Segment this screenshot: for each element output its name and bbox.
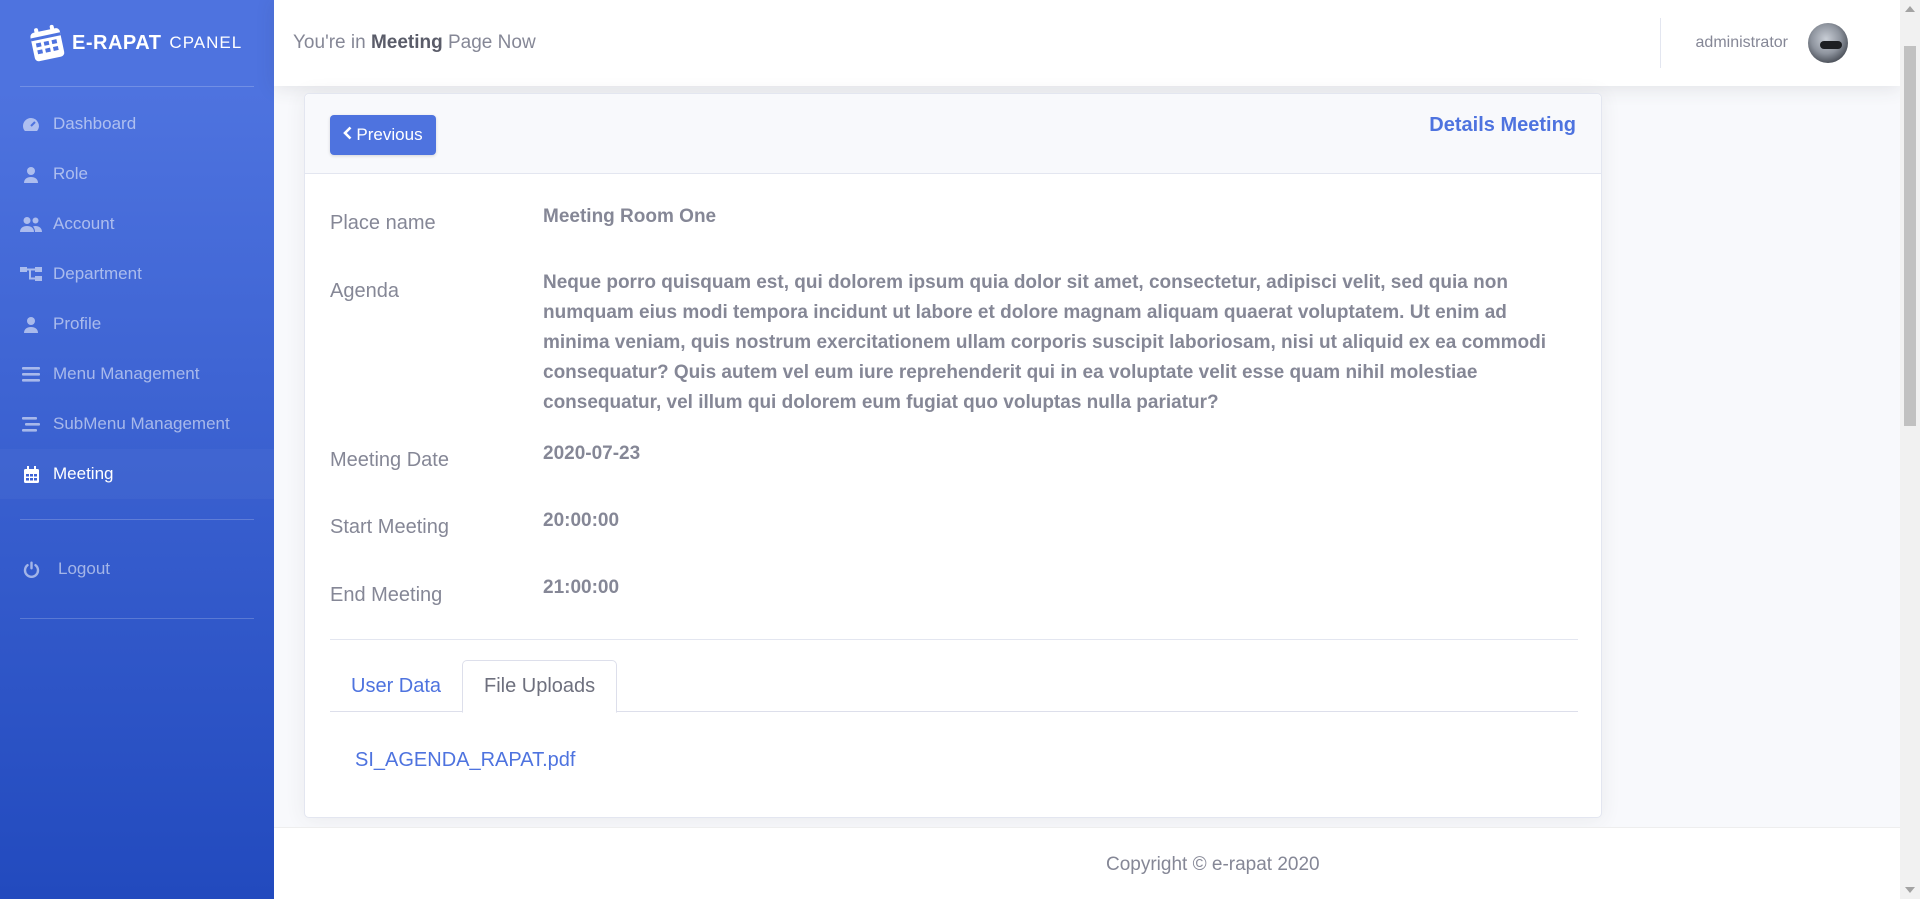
agenda-label: Agenda xyxy=(330,280,399,302)
scroll-down-arrow-icon[interactable] xyxy=(1905,887,1915,893)
calendar-icon xyxy=(20,465,42,483)
card-title: Details Meeting xyxy=(1429,114,1576,136)
chevron-left-icon xyxy=(343,125,352,145)
place-value: Meeting Room One xyxy=(543,206,717,227)
sidebar-item-meeting[interactable]: Meeting xyxy=(0,449,274,499)
user-icon xyxy=(20,165,42,183)
file-link[interactable]: SI_AGENDA_RAPAT.pdf xyxy=(355,749,575,772)
copyright-text: Copyright © e-rapat 2020 xyxy=(1106,854,1320,875)
sidebar: E-RAPAT CPANEL Dashboard Role Account De… xyxy=(0,0,274,899)
user-icon xyxy=(20,315,42,333)
date-value: 2020-07-23 xyxy=(543,443,641,464)
sidebar-item-label: Meeting xyxy=(53,464,114,483)
card-header: Previous Details Meeting xyxy=(305,94,1601,174)
start-label: Start Meeting xyxy=(330,516,449,538)
breadcrumb-page: Meeting xyxy=(370,32,443,53)
tab-user-data[interactable]: User Data xyxy=(330,660,462,712)
previous-label: Previous xyxy=(356,125,423,144)
users-icon xyxy=(20,215,42,233)
sidebar-divider xyxy=(20,618,254,619)
logout-label: Logout xyxy=(58,559,110,578)
sidebar-item-label: Dashboard xyxy=(53,114,137,133)
sidebar-item-dashboard[interactable]: Dashboard xyxy=(0,99,274,149)
sidebar-item-profile[interactable]: Profile xyxy=(0,299,274,349)
place-label: Place name xyxy=(330,212,436,234)
section-divider xyxy=(330,639,1578,640)
end-label: End Meeting xyxy=(330,584,443,606)
sidebar-item-label: Menu Management xyxy=(53,364,200,383)
calendar-icon xyxy=(30,24,65,62)
scrollbar[interactable] xyxy=(1900,0,1920,899)
previous-button[interactable]: Previous xyxy=(330,115,436,155)
agenda-value: Neque porro quisquam est, qui dolorem ip… xyxy=(543,272,1547,413)
sitemap-icon xyxy=(20,265,42,283)
sidebar-item-label: SubMenu Management xyxy=(53,414,230,433)
sidebar-divider xyxy=(20,519,254,520)
tabs: User Data File Uploads xyxy=(330,660,1578,713)
stream-icon xyxy=(20,415,42,433)
tab-file-uploads[interactable]: File Uploads xyxy=(462,660,618,713)
breadcrumb-prefix: You're in xyxy=(293,32,371,53)
brand-sub: CPANEL xyxy=(169,33,243,52)
scroll-up-arrow-icon[interactable] xyxy=(1905,6,1915,12)
sidebar-item-account[interactable]: Account xyxy=(0,199,274,249)
sidebar-nav: Dashboard Role Account Department Profil… xyxy=(0,87,274,499)
brand[interactable]: E-RAPAT CPANEL xyxy=(0,0,274,86)
topbar: You're in Meeting Page Now administrator xyxy=(274,0,1900,86)
breadcrumb-suffix: Page Now xyxy=(442,32,536,53)
power-icon xyxy=(20,560,42,578)
sidebar-item-menu-management[interactable]: Menu Management xyxy=(0,349,274,399)
sidebar-item-label: Department xyxy=(53,264,142,283)
end-value: 21:00:00 xyxy=(543,577,620,598)
sidebar-item-label: Profile xyxy=(53,314,102,333)
brand-name: E-RAPAT xyxy=(72,31,162,54)
start-value: 20:00:00 xyxy=(543,510,620,531)
scrollbar-thumb[interactable] xyxy=(1904,46,1916,426)
logout-link[interactable]: Logout xyxy=(0,544,274,594)
date-label: Meeting Date xyxy=(330,449,449,471)
user-dropdown[interactable]: administrator xyxy=(1659,0,1848,86)
topbar-divider xyxy=(1659,18,1661,68)
sidebar-item-role[interactable]: Role xyxy=(0,149,274,199)
meeting-details-card: Previous Details Meeting Place name Meet… xyxy=(304,93,1602,818)
sidebar-item-department[interactable]: Department xyxy=(0,249,274,299)
username[interactable]: administrator xyxy=(1696,34,1788,52)
page-breadcrumb: You're in Meeting Page Now xyxy=(293,32,536,54)
sidebar-item-submenu-management[interactable]: SubMenu Management xyxy=(0,399,274,449)
sidebar-item-label: Role xyxy=(53,164,88,183)
footer: Copyright © e-rapat 2020 xyxy=(274,827,1900,899)
avatar[interactable] xyxy=(1808,23,1848,63)
bars-icon xyxy=(20,365,42,383)
tachometer-icon xyxy=(20,115,42,133)
sidebar-item-label: Account xyxy=(53,214,115,233)
